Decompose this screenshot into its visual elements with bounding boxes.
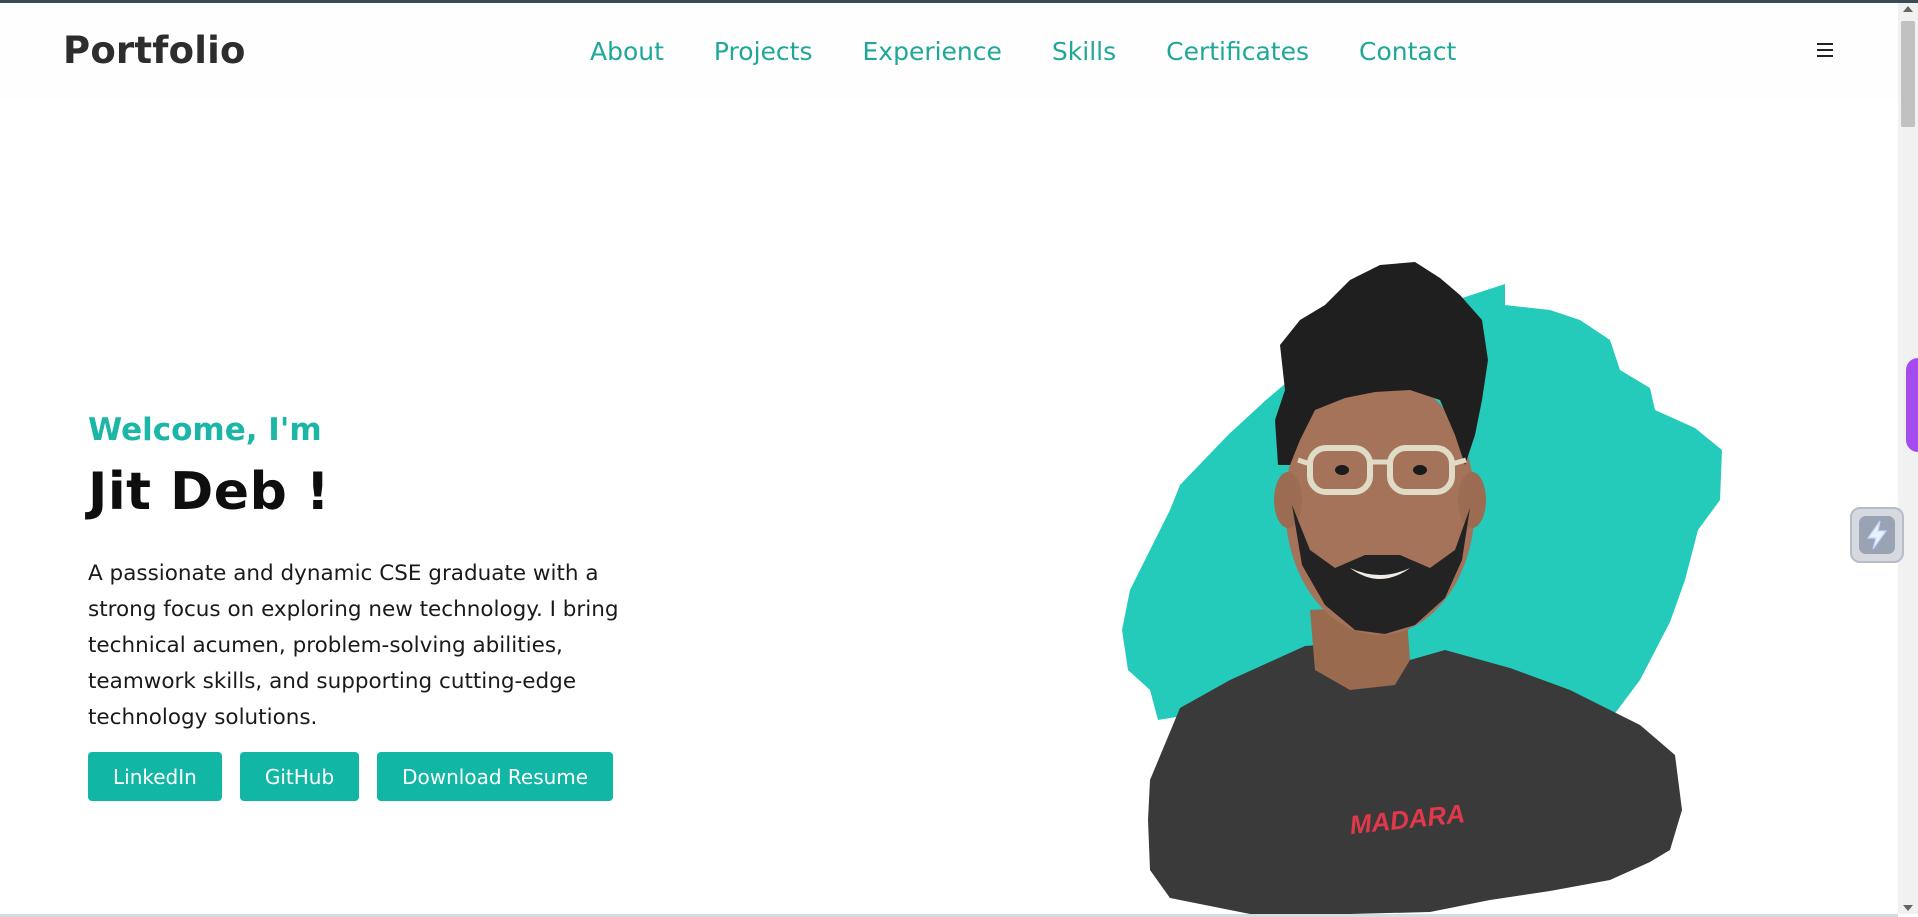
github-button[interactable]: GitHub — [239, 752, 360, 801]
navbar: Portfolio About Projects Experience Skil… — [0, 3, 1898, 99]
linkedin-button[interactable]: LinkedIn — [88, 752, 222, 801]
widget-icon-bg — [1859, 516, 1895, 554]
scroll-down-arrow-icon[interactable] — [1903, 905, 1913, 911]
nav-link-projects[interactable]: Projects — [714, 37, 813, 66]
scroll-up-arrow-icon[interactable] — [1903, 6, 1913, 12]
scroll-thumb[interactable] — [1901, 21, 1915, 127]
nav-links: About Projects Experience Skills Certifi… — [590, 37, 1506, 66]
nav-link-about[interactable]: About — [590, 37, 664, 66]
profile-portrait: MADARA — [1122, 262, 1722, 914]
hero-section: Welcome, I'm Jit Deb ! A passionate and … — [88, 412, 688, 801]
hamburger-icon[interactable] — [1817, 43, 1833, 58]
hero-buttons: LinkedIn GitHub Download Resume — [88, 752, 688, 801]
page-scrollbar[interactable] — [1898, 3, 1918, 914]
lightning-icon — [1866, 520, 1888, 550]
side-tab-handle[interactable] — [1906, 358, 1918, 452]
hero-description: A passionate and dynamic CSE graduate wi… — [88, 561, 619, 730]
hero-name: Jit Deb ! — [88, 462, 331, 522]
brand-logo[interactable]: Portfolio — [63, 29, 246, 72]
nav-link-skills[interactable]: Skills — [1052, 37, 1116, 66]
welcome-heading: Welcome, I'm — [88, 412, 322, 448]
floating-widget-button[interactable] — [1850, 507, 1904, 563]
nav-link-experience[interactable]: Experience — [862, 37, 1001, 66]
nav-link-contact[interactable]: Contact — [1359, 37, 1456, 66]
right-eye — [1413, 465, 1427, 475]
download-resume-button[interactable]: Download Resume — [377, 752, 614, 801]
nav-link-certificates[interactable]: Certificates — [1166, 37, 1309, 66]
right-ear — [1458, 472, 1486, 528]
left-eye — [1335, 465, 1349, 475]
